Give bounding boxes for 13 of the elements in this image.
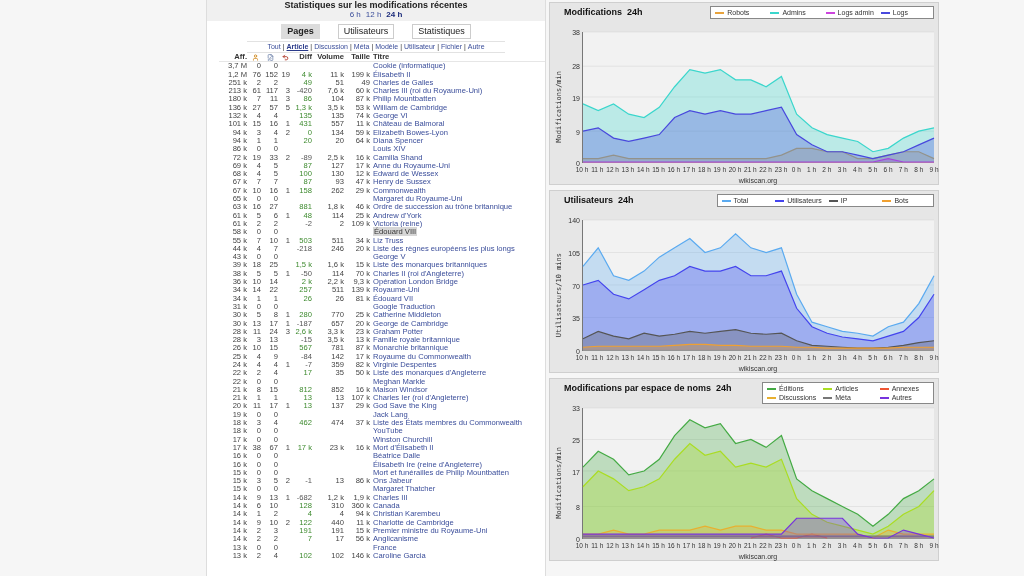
view-tab[interactable]: Statistiques — [412, 24, 471, 39]
page-edit-icon — [267, 53, 274, 61]
view-tab[interactable]: Pages — [281, 24, 320, 39]
chart-title: Utilisateurs 24h — [564, 194, 634, 207]
undo-icon — [281, 53, 289, 61]
view-tab[interactable]: Utilisateurs — [337, 24, 395, 39]
period-link[interactable]: 12 h — [365, 10, 382, 20]
period-link[interactable]: 24 h — [386, 10, 403, 20]
chart-title: Modifications par espace de noms 24h — [564, 382, 732, 395]
chart-title: Modifications 24h — [564, 6, 643, 19]
user-icon — [251, 53, 259, 61]
period-link[interactable]: 6 h — [349, 10, 361, 20]
page-title: Statistiques sur les modifications récentes — [284, 0, 468, 10]
